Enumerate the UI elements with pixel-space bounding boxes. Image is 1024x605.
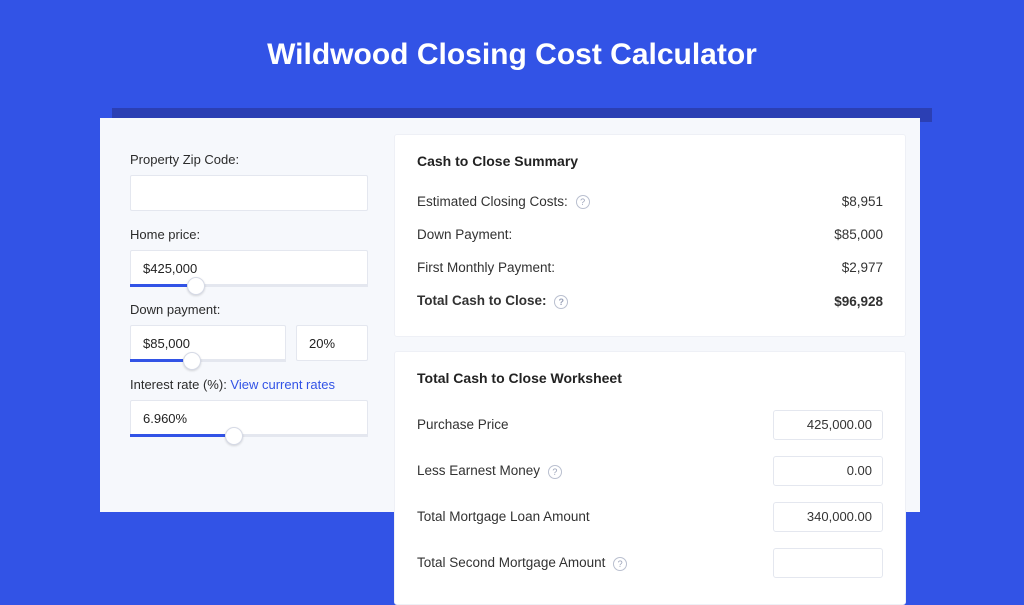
summary-row-label: First Monthly Payment: [417, 260, 555, 275]
down-payment-pct-input[interactable] [296, 325, 368, 361]
calculator-panel: Property Zip Code: Home price: Down paym… [100, 118, 920, 512]
summary-row: Estimated Closing Costs: ? $8,951 [417, 185, 883, 218]
zip-field: Property Zip Code: [130, 152, 368, 211]
summary-row-value: $2,977 [842, 260, 883, 275]
home-price-label: Home price: [130, 227, 368, 242]
summary-total-value: $96,928 [834, 294, 883, 309]
worksheet-row: Purchase Price [417, 402, 883, 448]
worksheet-row-label: Less Earnest Money [417, 463, 540, 478]
summary-row: Down Payment: $85,000 [417, 218, 883, 251]
worksheet-row: Total Second Mortgage Amount ? [417, 540, 883, 586]
slider-thumb[interactable] [183, 352, 201, 370]
zip-label: Property Zip Code: [130, 152, 368, 167]
summary-total-row: Total Cash to Close: ? $96,928 [417, 284, 883, 317]
results-column: Cash to Close Summary Estimated Closing … [394, 134, 906, 512]
help-icon[interactable]: ? [613, 557, 627, 571]
summary-row-value: $85,000 [834, 227, 883, 242]
down-payment-slider[interactable] [130, 325, 286, 361]
worksheet-input[interactable] [773, 456, 883, 486]
slider-thumb[interactable] [187, 277, 205, 295]
page-title: Wildwood Closing Cost Calculator [0, 0, 1024, 94]
summary-heading: Cash to Close Summary [417, 153, 883, 169]
worksheet-row-label: Purchase Price [417, 417, 509, 432]
summary-total-label: Total Cash to Close: [417, 293, 547, 308]
worksheet-input[interactable] [773, 410, 883, 440]
down-payment-field: Down payment: [130, 302, 368, 361]
help-icon[interactable]: ? [548, 465, 562, 479]
worksheet-heading: Total Cash to Close Worksheet [417, 370, 883, 386]
summary-row-label: Down Payment: [417, 227, 512, 242]
worksheet-card: Total Cash to Close Worksheet Purchase P… [394, 351, 906, 605]
view-rates-link[interactable]: View current rates [230, 377, 335, 392]
interest-rate-slider[interactable] [130, 400, 368, 436]
worksheet-row-label: Total Second Mortgage Amount [417, 555, 605, 570]
worksheet-input[interactable] [773, 502, 883, 532]
interest-rate-field: Interest rate (%): View current rates [130, 377, 368, 436]
home-price-input[interactable] [130, 250, 368, 286]
summary-row-label: Estimated Closing Costs: [417, 194, 568, 209]
worksheet-row: Less Earnest Money ? [417, 448, 883, 494]
slider-thumb[interactable] [225, 427, 243, 445]
worksheet-row: Total Mortgage Loan Amount [417, 494, 883, 540]
summary-row-value: $8,951 [842, 194, 883, 209]
interest-rate-label: Interest rate (%): View current rates [130, 377, 368, 392]
help-icon[interactable]: ? [576, 195, 590, 209]
help-icon[interactable]: ? [554, 295, 568, 309]
summary-row: First Monthly Payment: $2,977 [417, 251, 883, 284]
input-sidebar: Property Zip Code: Home price: Down paym… [114, 134, 376, 512]
zip-input[interactable] [130, 175, 368, 211]
worksheet-input[interactable] [773, 548, 883, 578]
down-payment-label: Down payment: [130, 302, 368, 317]
down-payment-input[interactable] [130, 325, 286, 361]
summary-card: Cash to Close Summary Estimated Closing … [394, 134, 906, 337]
home-price-field: Home price: [130, 227, 368, 286]
interest-rate-input[interactable] [130, 400, 368, 436]
home-price-slider[interactable] [130, 250, 368, 286]
